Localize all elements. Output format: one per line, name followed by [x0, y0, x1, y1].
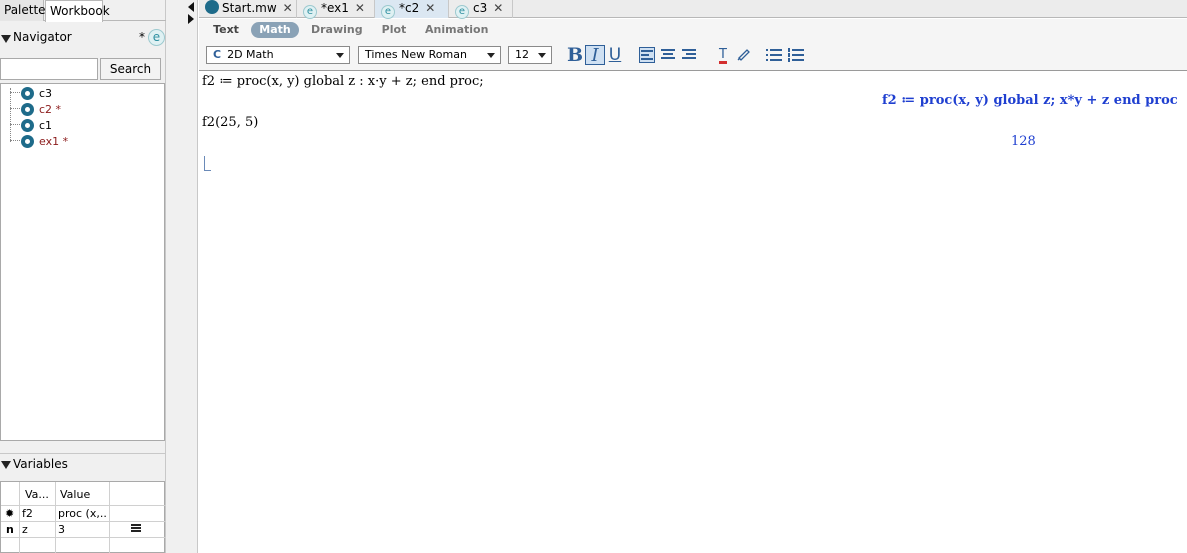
- mode-plot-button[interactable]: Plot: [379, 22, 409, 38]
- maple-leaf-icon: [21, 135, 34, 148]
- tree-item-label: c2 *: [39, 103, 62, 116]
- mode-drawing-button[interactable]: Drawing: [311, 22, 363, 38]
- math-output-2: 128: [1011, 134, 1036, 149]
- code-edit-icon: e: [381, 5, 395, 19]
- maple-leaf-icon: [205, 0, 219, 14]
- gear-icon: [21, 119, 34, 132]
- bullet-list-icon[interactable]: [766, 47, 782, 63]
- tree-connector: [10, 92, 20, 93]
- font-value: Times New Roman: [365, 48, 467, 61]
- column-divider: [55, 482, 56, 553]
- doc-tab-label: *ex1: [321, 1, 349, 15]
- maple-leaf-icon: [21, 87, 34, 100]
- size-value: 12: [515, 48, 529, 61]
- chevron-down-icon: [336, 53, 344, 58]
- doc-tab-c3[interactable]: e c3 ✕: [449, 0, 513, 19]
- doc-tab-label: c3: [473, 1, 488, 15]
- navigator-header[interactable]: Navigator * e: [0, 28, 166, 48]
- doc-tab-c2[interactable]: e *c2 ✕: [375, 0, 449, 19]
- variables-table: Va... Value ✹ f2 proc (x,... n z 3: [0, 481, 166, 553]
- maple-window: Palettes Workbook Navigator * e Search c…: [0, 0, 1187, 553]
- number-icon: n: [6, 523, 14, 536]
- tree-item-label: c1: [39, 119, 53, 132]
- proc-icon: ✹: [5, 507, 15, 520]
- search-button[interactable]: Search: [100, 58, 161, 80]
- style-icon: C: [213, 48, 222, 61]
- modified-marker: *: [139, 30, 145, 44]
- column-divider: [19, 482, 20, 553]
- variable-value[interactable]: proc (x,...: [58, 507, 108, 520]
- tree-connector: [10, 108, 20, 109]
- style-value: 2D Math: [227, 48, 274, 61]
- text-color-icon[interactable]: T: [713, 45, 733, 65]
- column-header-value[interactable]: Value: [60, 488, 90, 501]
- tab-palettes[interactable]: Palettes: [0, 0, 52, 21]
- bold-button[interactable]: B: [565, 45, 585, 65]
- close-icon[interactable]: ✕: [355, 1, 365, 15]
- style-dropdown[interactable]: C 2D Math: [206, 46, 350, 64]
- math-input-1[interactable]: f2 ≔ proc(x, y) global z : x·y + z; end …: [202, 74, 484, 89]
- chevron-down-icon: [538, 53, 546, 58]
- variable-name[interactable]: f2: [22, 507, 33, 520]
- align-left-icon[interactable]: [639, 47, 655, 63]
- math-output-1: f2 ≔ proc(x, y) global z; x*y + z end pr…: [882, 93, 1178, 108]
- column-divider: [109, 482, 110, 553]
- worksheet[interactable]: f2 ≔ proc(x, y) global z : x·y + z; end …: [199, 72, 1187, 553]
- size-dropdown[interactable]: 12: [508, 46, 552, 64]
- workbook-e-icon[interactable]: e: [148, 29, 165, 46]
- underline-button[interactable]: U: [605, 45, 625, 65]
- tab-workbook[interactable]: Workbook: [45, 0, 110, 22]
- tree-item-label: c3: [39, 87, 53, 100]
- tree-connector: [10, 88, 11, 142]
- chevron-down-icon: [487, 53, 495, 58]
- collapse-triangle-icon[interactable]: [1, 461, 11, 469]
- collapse-left-icon[interactable]: [188, 2, 194, 12]
- mode-toolbar: Text Math Drawing Plot Animation: [199, 19, 1187, 42]
- variables-title: Variables: [13, 457, 68, 471]
- align-center-icon[interactable]: [661, 47, 677, 63]
- expand-right-icon[interactable]: [188, 14, 194, 24]
- collapse-triangle-icon[interactable]: [1, 35, 11, 43]
- row-divider: [1, 505, 166, 506]
- numbered-list-icon[interactable]: [788, 47, 804, 63]
- code-edit-icon: e: [303, 5, 317, 19]
- close-icon[interactable]: ✕: [425, 1, 435, 15]
- format-toolbar: C 2D Math Times New Roman 12 B I U T: [199, 42, 1187, 71]
- font-dropdown[interactable]: Times New Roman: [358, 46, 501, 64]
- column-header-name[interactable]: Va...: [25, 488, 49, 501]
- navigator-title: Navigator: [13, 30, 72, 44]
- panel-tabs: Palettes Workbook: [0, 0, 166, 22]
- mode-animation-button[interactable]: Animation: [425, 22, 488, 38]
- input-cursor[interactable]: [204, 156, 211, 171]
- italic-button[interactable]: I: [585, 45, 605, 66]
- doc-tab-start[interactable]: Start.mw ✕: [199, 0, 297, 18]
- navigator-search-input[interactable]: [0, 58, 98, 80]
- maple-leaf-icon: [21, 103, 34, 116]
- navigator-tree: c3 c2 * c1 ex1 *: [0, 83, 165, 441]
- tree-connector: [10, 124, 20, 125]
- document-tabs: Start.mw ✕ e *ex1 ✕ e *c2 ✕ e c3 ✕: [199, 0, 1187, 19]
- panel-splitter[interactable]: [166, 0, 198, 553]
- align-right-icon[interactable]: [682, 47, 698, 63]
- row-divider: [1, 537, 166, 538]
- close-icon[interactable]: ✕: [493, 1, 503, 15]
- mode-text-button[interactable]: Text: [209, 22, 243, 38]
- doc-tab-ex1[interactable]: e *ex1 ✕: [297, 0, 375, 19]
- highlight-pen-icon[interactable]: [734, 45, 754, 65]
- tree-connector: [10, 140, 20, 141]
- doc-tab-label: *c2: [399, 1, 420, 15]
- variables-header[interactable]: Variables: [0, 453, 166, 473]
- variable-name[interactable]: z: [22, 523, 28, 536]
- mode-math-button[interactable]: Math: [251, 22, 299, 38]
- code-edit-icon: e: [455, 5, 469, 19]
- left-panel: Palettes Workbook Navigator * e Search c…: [0, 0, 166, 553]
- doc-tab-label: Start.mw: [222, 1, 277, 15]
- row-divider: [1, 521, 166, 522]
- math-input-2[interactable]: f2(25, 5): [202, 115, 258, 130]
- stack-icon[interactable]: [131, 523, 141, 533]
- tree-item-label: ex1 *: [39, 135, 69, 148]
- variable-value[interactable]: 3: [58, 523, 65, 536]
- close-icon[interactable]: ✕: [283, 1, 293, 15]
